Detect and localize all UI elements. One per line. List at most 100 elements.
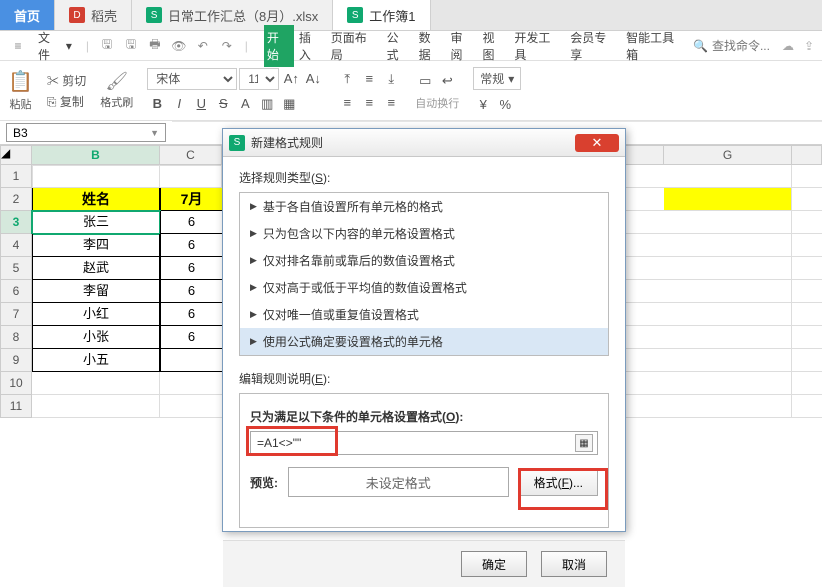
cell[interactable]: 小五 xyxy=(32,349,160,372)
cell[interactable]: 李四 xyxy=(32,234,160,257)
ok-button[interactable]: 确定 xyxy=(461,551,527,577)
bold-button[interactable]: B xyxy=(147,94,167,114)
cell[interactable] xyxy=(160,372,222,395)
file-menu[interactable]: 文件▾ xyxy=(32,27,78,65)
underline-button[interactable]: U xyxy=(191,94,211,114)
cell[interactable]: 李留 xyxy=(32,280,160,303)
range-picker-icon[interactable]: ▦ xyxy=(575,434,593,452)
cell-blank[interactable] xyxy=(792,211,822,234)
menu-icon[interactable]: ≡ xyxy=(8,36,28,56)
search-input[interactable] xyxy=(712,39,772,53)
copy-button[interactable]: ⎘ 复制 xyxy=(47,93,86,110)
strike-button[interactable]: S xyxy=(213,94,233,114)
tab-home[interactable]: 首页 xyxy=(0,0,55,30)
decrease-font-icon[interactable]: A↓ xyxy=(303,69,323,89)
ribbon-tab-start[interactable]: 开始 xyxy=(264,25,294,67)
rule-type-item[interactable]: ▶仅对排名靠前或靠后的数值设置格式 xyxy=(240,247,608,274)
cell[interactable] xyxy=(664,165,792,188)
cell-blank[interactable] xyxy=(792,165,822,188)
cell-blank[interactable] xyxy=(792,326,822,349)
italic-button[interactable]: I xyxy=(169,94,189,114)
name-box[interactable]: B3 ▼ xyxy=(6,123,166,142)
cell[interactable]: 7月 xyxy=(160,188,222,211)
align-left-icon[interactable]: ≡ xyxy=(337,93,357,113)
align-mid-icon[interactable]: ≡ xyxy=(359,69,379,89)
ribbon-tab-view[interactable]: 视图 xyxy=(479,25,509,67)
cell[interactable] xyxy=(664,257,792,280)
row-header[interactable]: 5 xyxy=(0,257,32,280)
dialog-titlebar[interactable]: S 新建格式规则 ✕ xyxy=(223,129,625,157)
border-button[interactable]: ▦ xyxy=(279,94,299,114)
row-header[interactable]: 2 xyxy=(0,188,32,211)
cell[interactable]: 6 xyxy=(160,326,222,349)
format-painter[interactable]: 🖌 格式刷 xyxy=(100,71,133,110)
cut-button[interactable]: ✂ 剪切 xyxy=(47,72,86,89)
print-icon[interactable]: 🖶 xyxy=(145,36,165,56)
cell[interactable] xyxy=(664,395,792,418)
ribbon-tab-formula[interactable]: 公式 xyxy=(384,25,414,67)
undo-icon[interactable]: ↶ xyxy=(193,36,213,56)
row-header[interactable]: 4 xyxy=(0,234,32,257)
col-header-C[interactable]: C xyxy=(160,145,222,165)
row-header[interactable]: 11 xyxy=(0,395,32,418)
cell[interactable] xyxy=(664,349,792,372)
cell[interactable] xyxy=(664,303,792,326)
rule-type-item[interactable]: ▶仅对唯一值或重复值设置格式 xyxy=(240,301,608,328)
cell[interactable]: 6 xyxy=(160,234,222,257)
cell[interactable] xyxy=(160,349,222,372)
col-header-B[interactable]: B xyxy=(32,145,160,165)
font-color-button[interactable]: A xyxy=(235,94,255,114)
select-all-corner[interactable]: ◢ xyxy=(0,145,32,165)
cell[interactable] xyxy=(664,280,792,303)
close-button[interactable]: ✕ xyxy=(575,134,619,152)
cell-blank[interactable] xyxy=(792,280,822,303)
number-format-select[interactable]: 常规 ▾ xyxy=(473,67,521,90)
cell[interactable]: 小张 xyxy=(32,326,160,349)
rule-type-item[interactable]: ▶使用公式确定要设置格式的单元格 xyxy=(240,328,608,355)
cell[interactable]: 小红 xyxy=(32,303,160,326)
wrap-icon[interactable]: ↩ xyxy=(437,71,457,91)
ribbon-tab-insert[interactable]: 插入 xyxy=(296,25,326,67)
rule-type-item[interactable]: ▶仅对高于或低于平均值的数值设置格式 xyxy=(240,274,608,301)
cell[interactable]: 6 xyxy=(160,303,222,326)
cell-blank[interactable] xyxy=(792,257,822,280)
row-header[interactable]: 7 xyxy=(0,303,32,326)
align-top-icon[interactable]: ⤒ xyxy=(337,69,357,89)
save-icon[interactable]: 🖫 xyxy=(97,36,117,56)
increase-font-icon[interactable]: A↑ xyxy=(281,69,301,89)
ribbon-tab-layout[interactable]: 页面布局 xyxy=(328,25,382,67)
tab-daoke[interactable]: D 稻壳 xyxy=(55,0,132,30)
command-search[interactable]: 🔍 ☁ ⇪ xyxy=(693,39,814,53)
font-select[interactable]: 宋体 xyxy=(147,68,237,90)
redo-icon[interactable]: ↷ xyxy=(217,36,237,56)
chevron-down-icon[interactable]: ▼ xyxy=(150,128,159,138)
cell[interactable]: 姓名 xyxy=(32,188,160,211)
cell[interactable] xyxy=(664,234,792,257)
cell-blank[interactable] xyxy=(792,349,822,372)
row-header[interactable]: 9 xyxy=(0,349,32,372)
fill-color-button[interactable]: ▥ xyxy=(257,94,277,114)
cloud-icon[interactable]: ☁ xyxy=(782,39,794,53)
cell[interactable] xyxy=(32,372,160,395)
cell[interactable] xyxy=(160,165,222,188)
align-right-icon[interactable]: ≡ xyxy=(381,93,401,113)
currency-button[interactable]: ¥ xyxy=(473,94,493,114)
cell[interactable]: 6 xyxy=(160,211,222,234)
cell[interactable]: 张三 xyxy=(32,211,160,234)
ribbon-tab-dev[interactable]: 开发工具 xyxy=(511,25,565,67)
save-as-icon[interactable]: 🖫 xyxy=(121,36,141,56)
cell[interactable] xyxy=(32,165,160,188)
cell[interactable] xyxy=(664,326,792,349)
cell[interactable]: 6 xyxy=(160,257,222,280)
row-header[interactable]: 1 xyxy=(0,165,32,188)
format-button[interactable]: 格式(F)... xyxy=(519,468,598,496)
cell-blank[interactable] xyxy=(792,395,822,418)
cell[interactable] xyxy=(664,372,792,395)
size-select[interactable]: 11 xyxy=(239,68,279,90)
cell[interactable]: 6 xyxy=(160,280,222,303)
align-center-icon[interactable]: ≡ xyxy=(359,93,379,113)
align-bot-icon[interactable]: ⤓ xyxy=(381,69,401,89)
col-header-G[interactable]: G xyxy=(664,145,792,165)
cell-blank[interactable] xyxy=(792,188,822,211)
ribbon-tab-review[interactable]: 审阅 xyxy=(448,25,478,67)
